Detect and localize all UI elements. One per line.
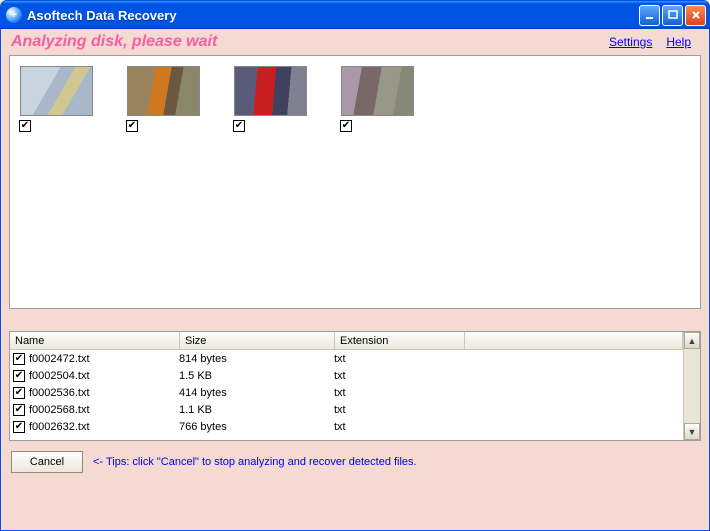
file-list-panel: Name Size Extension ✔ f0002472.txt 814 b… bbox=[9, 331, 701, 441]
checkmark-icon: ✔ bbox=[128, 121, 136, 131]
settings-link[interactable]: Settings bbox=[609, 35, 652, 49]
tip-text: <- Tips: click "Cancel" to stop analyzin… bbox=[93, 456, 417, 468]
cell-name: f0002632.txt bbox=[29, 421, 179, 433]
cell-ext: txt bbox=[334, 353, 464, 365]
thumbnail-item[interactable]: ✔ bbox=[234, 66, 307, 116]
table-row[interactable]: ✔ f0002472.txt 814 bytes txt bbox=[10, 350, 683, 367]
thumbnail-checkbox[interactable]: ✔ bbox=[340, 120, 352, 132]
cell-name: f0002568.txt bbox=[29, 404, 179, 416]
app-icon: + bbox=[6, 7, 22, 23]
thumbnail-image bbox=[341, 66, 414, 116]
cell-size: 766 bytes bbox=[179, 421, 334, 433]
status-text: Analyzing disk, please wait bbox=[11, 33, 609, 51]
cell-name: f0002536.txt bbox=[29, 387, 179, 399]
column-header-extension[interactable]: Extension bbox=[335, 332, 465, 349]
cell-name: f0002504.txt bbox=[29, 370, 179, 382]
maximize-button[interactable] bbox=[662, 5, 683, 26]
cell-ext: txt bbox=[334, 370, 464, 382]
checkmark-icon: ✔ bbox=[15, 354, 23, 364]
minimize-button[interactable] bbox=[639, 5, 660, 26]
checkmark-icon: ✔ bbox=[21, 121, 29, 131]
row-checkbox[interactable]: ✔ bbox=[13, 387, 25, 399]
cell-name: f0002472.txt bbox=[29, 353, 179, 365]
cell-size: 814 bytes bbox=[179, 353, 334, 365]
window-buttons bbox=[639, 5, 706, 26]
column-header-size[interactable]: Size bbox=[180, 332, 335, 349]
help-link[interactable]: Help bbox=[666, 35, 691, 49]
content-area: Analyzing disk, please wait Settings Hel… bbox=[1, 29, 709, 530]
status-row: Analyzing disk, please wait Settings Hel… bbox=[9, 31, 701, 55]
scroll-track[interactable] bbox=[684, 349, 700, 423]
checkmark-icon: ✔ bbox=[342, 121, 350, 131]
cell-ext: txt bbox=[334, 387, 464, 399]
thumbnail-item[interactable]: ✔ bbox=[127, 66, 200, 116]
cell-ext: txt bbox=[334, 404, 464, 416]
chevron-up-icon: ▲ bbox=[688, 336, 697, 346]
checkmark-icon: ✔ bbox=[15, 388, 23, 398]
titlebar[interactable]: + Asoftech Data Recovery bbox=[1, 1, 709, 29]
row-checkbox[interactable]: ✔ bbox=[13, 421, 25, 433]
table-row[interactable]: ✔ f0002568.txt 1.1 KB txt bbox=[10, 401, 683, 418]
row-checkbox[interactable]: ✔ bbox=[13, 353, 25, 365]
cell-size: 1.1 KB bbox=[179, 404, 334, 416]
window-title: Asoftech Data Recovery bbox=[27, 8, 639, 23]
spacer bbox=[9, 309, 701, 331]
application-window: + Asoftech Data Recovery Analyzing disk,… bbox=[0, 0, 710, 531]
close-icon bbox=[691, 10, 701, 20]
thumbnail-item[interactable]: ✔ bbox=[20, 66, 93, 116]
thumbnail-checkbox[interactable]: ✔ bbox=[233, 120, 245, 132]
row-checkbox[interactable]: ✔ bbox=[13, 370, 25, 382]
checkmark-icon: ✔ bbox=[15, 405, 23, 415]
table-row[interactable]: ✔ f0002632.txt 766 bytes txt bbox=[10, 418, 683, 435]
footer: Cancel <- Tips: click "Cancel" to stop a… bbox=[9, 441, 701, 475]
thumbnail-checkbox[interactable]: ✔ bbox=[126, 120, 138, 132]
checkmark-icon: ✔ bbox=[15, 422, 23, 432]
scroll-down-button[interactable]: ▼ bbox=[684, 423, 700, 440]
list-header: Name Size Extension bbox=[10, 332, 683, 350]
cell-size: 414 bytes bbox=[179, 387, 334, 399]
thumbnail-item[interactable]: ✔ bbox=[341, 66, 414, 116]
checkmark-icon: ✔ bbox=[15, 371, 23, 381]
minimize-icon bbox=[645, 10, 655, 20]
cell-size: 1.5 KB bbox=[179, 370, 334, 382]
maximize-icon bbox=[668, 10, 678, 20]
column-header-blank[interactable] bbox=[465, 332, 683, 349]
table-row[interactable]: ✔ f0002504.txt 1.5 KB txt bbox=[10, 367, 683, 384]
cell-ext: txt bbox=[334, 421, 464, 433]
links: Settings Help bbox=[609, 35, 699, 49]
list-body: ✔ f0002472.txt 814 bytes txt ✔ f0002504.… bbox=[10, 350, 683, 440]
thumbnail-image bbox=[234, 66, 307, 116]
file-list: Name Size Extension ✔ f0002472.txt 814 b… bbox=[10, 332, 683, 440]
thumbnails-panel: ✔ ✔ ✔ ✔ bbox=[9, 55, 701, 309]
column-header-name[interactable]: Name bbox=[10, 332, 180, 349]
thumbnail-checkbox[interactable]: ✔ bbox=[19, 120, 31, 132]
checkmark-icon: ✔ bbox=[235, 121, 243, 131]
thumbnail-image bbox=[127, 66, 200, 116]
scrollbar[interactable]: ▲ ▼ bbox=[683, 332, 700, 440]
thumbnail-image bbox=[20, 66, 93, 116]
cancel-button[interactable]: Cancel bbox=[11, 451, 83, 473]
chevron-down-icon: ▼ bbox=[688, 427, 697, 437]
row-checkbox[interactable]: ✔ bbox=[13, 404, 25, 416]
scroll-up-button[interactable]: ▲ bbox=[684, 332, 700, 349]
table-row[interactable]: ✔ f0002536.txt 414 bytes txt bbox=[10, 384, 683, 401]
close-button[interactable] bbox=[685, 5, 706, 26]
